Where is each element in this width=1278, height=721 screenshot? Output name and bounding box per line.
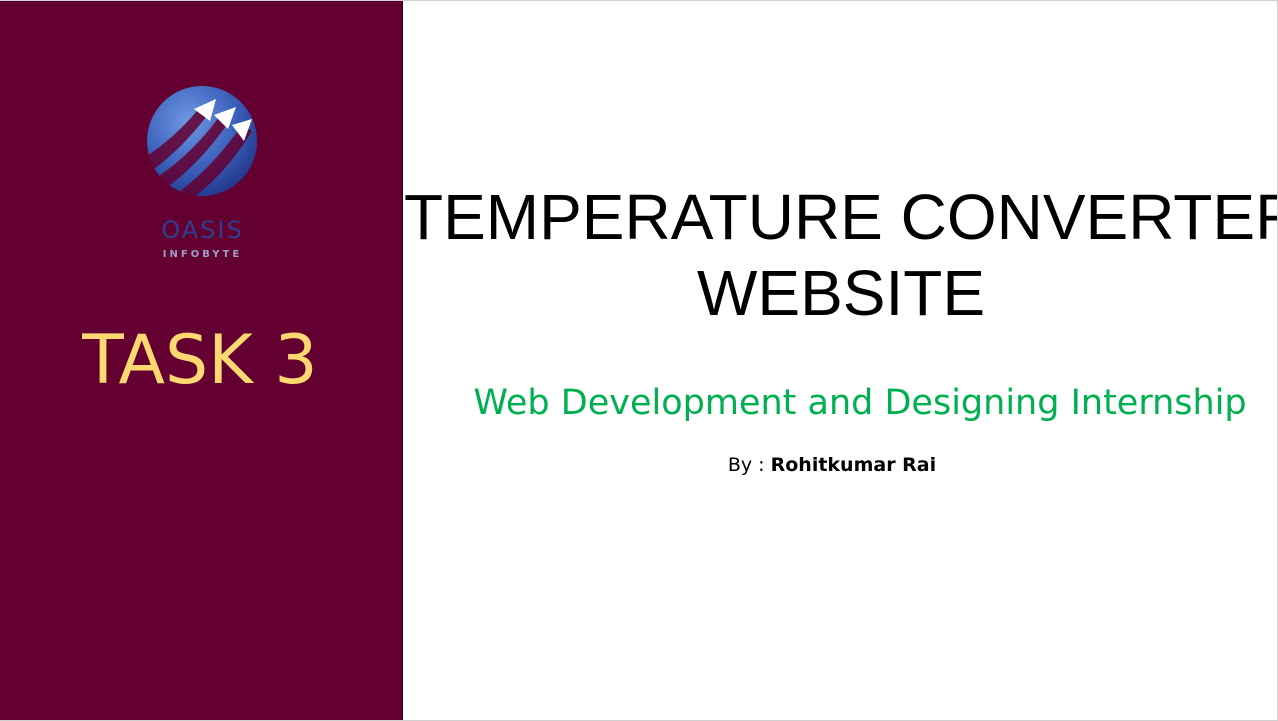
logo-tagline: INFOBYTE [162,249,243,260]
slide-title: TEMPERATURE CONVERTER WEBSITE [404,179,1278,331]
title-line-1: TEMPERATURE CONVERTER [404,181,1278,253]
logo-wordmark: OASIS [161,216,244,244]
oasis-infobyte-logo: OASIS INFOBYTE [140,81,265,271]
author-name: Rohitkumar Rai [770,454,937,476]
task-label: TASK 3 [82,321,318,400]
byline: By : Rohitkumar Rai [640,453,1024,477]
slide-subtitle: Web Development and Designing Internship [473,383,1247,423]
byline-prefix: By : [727,454,771,476]
slide: OASIS INFOBYTE TASK 3 TEMPERATURE CONVER… [0,0,1278,721]
title-line-2: WEBSITE [696,257,986,329]
left-panel: OASIS INFOBYTE TASK 3 [0,1,403,720]
globe-arrows-logo-icon [147,86,257,196]
